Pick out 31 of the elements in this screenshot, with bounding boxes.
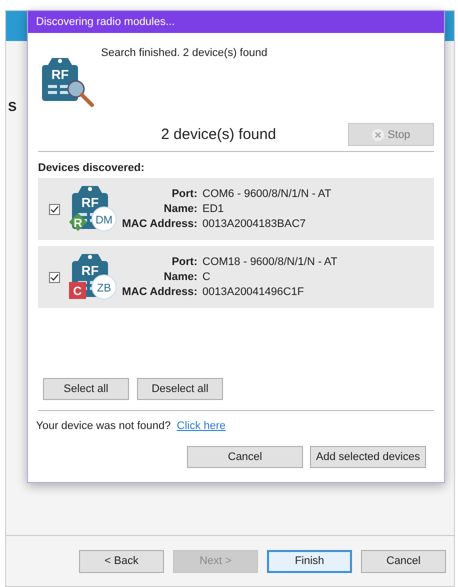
wizard-button[interactable]: Finish [267,550,352,572]
click-here-link[interactable]: Click here [176,420,226,432]
checkbox[interactable] [49,204,60,214]
wizard-button[interactable]: < Back [79,550,164,572]
dialog-title: Discovering radio modules... [28,11,444,33]
field-value: 0013A20041496C1F [202,286,305,298]
field-label: Port: [170,256,198,268]
field-value: COM18 - 9600/8/N/1/N - AT [202,256,338,268]
section-label: S [8,99,17,114]
device-row[interactable]: RF R DM Port: COM6 - 9600/8/N/1/N - AT Name: ED1 MAC Address: 0013A2004183BAC7 [38,178,434,240]
checkbox[interactable] [49,272,60,282]
device-row[interactable]: RF C ZB Port: COM18 - 9600/8/N/1/N - AT Name: C MAC Address: 0013A20041496C1F [38,246,434,308]
select-button[interactable]: Deselect all [137,378,223,400]
field-value: 0013A2004183BAC7 [202,218,307,230]
field-label: MAC Address: [122,218,198,230]
dialog-button[interactable]: Cancel [187,446,303,468]
not-found-text: Your device was not found? [36,420,171,432]
section-label: Devices discovered: [37,161,146,176]
device-count: 2 device(s) found [161,126,278,143]
field-label: Port: [170,188,198,200]
select-button[interactable]: Select all [43,378,129,400]
field-label: MAC Address: [122,286,198,298]
status-text: Search finished. 2 device(s) found [101,47,268,61]
field-label: Name: [162,203,198,215]
field-value: COM6 - 9600/8/N/1/N - AT [202,188,332,200]
dialog-button[interactable]: Add selected devices [310,446,426,468]
field-value: C [202,271,212,283]
field-label: Name: [162,271,198,283]
close-icon [372,128,384,140]
wizard-button[interactable]: Cancel [361,550,446,572]
field-value: ED1 [202,203,225,215]
